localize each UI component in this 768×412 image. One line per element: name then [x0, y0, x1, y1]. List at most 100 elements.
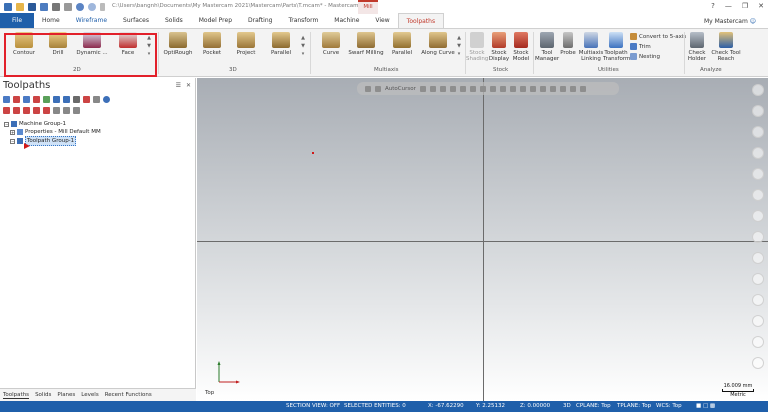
- account-menu[interactable]: My Mastercam ☺: [704, 18, 756, 25]
- mask-select-icon[interactable]: [549, 85, 556, 92]
- tab-home[interactable]: Home: [34, 13, 68, 28]
- tab-planes-panel[interactable]: Planes: [57, 392, 75, 398]
- trim-button[interactable]: Trim: [630, 43, 651, 50]
- tree-item-toolpath-group[interactable]: − Toolpath Group-1: [4, 136, 101, 146]
- loop-select-icon[interactable]: [539, 85, 546, 92]
- tree-item-properties[interactable]: + Properties - Mill Default MM: [4, 128, 101, 136]
- redo-icon[interactable]: [88, 3, 96, 11]
- stock-model-button[interactable]: Stock Model: [510, 32, 532, 62]
- stock-shading-button[interactable]: Stock Shading: [466, 32, 488, 62]
- parallel-3d-button[interactable]: Parallel: [263, 32, 299, 56]
- snap-icon[interactable]: [419, 85, 426, 92]
- backplot-icon[interactable]: [43, 96, 50, 103]
- swarf-milling-button[interactable]: Swarf Milling: [347, 32, 385, 56]
- tab-model-prep[interactable]: Model Prep: [191, 13, 240, 28]
- clear-colors-icon[interactable]: [752, 336, 764, 348]
- open-folder-icon[interactable]: [16, 3, 24, 11]
- optirough-button[interactable]: OptiRough: [160, 32, 196, 56]
- print-preview-icon[interactable]: [64, 3, 72, 11]
- shading-mode-icon[interactable]: ■ □ ▩: [696, 403, 715, 409]
- solid-select-icon[interactable]: [499, 85, 506, 92]
- autocursor-label[interactable]: AutoCursor: [385, 86, 416, 92]
- gallery-scroll-3d[interactable]: ▲ ▼ ▾: [300, 34, 306, 58]
- face-select-icon[interactable]: [509, 85, 516, 92]
- check-tool-reach-button[interactable]: Check Tool Reach: [710, 32, 742, 62]
- insert-arrow-icon[interactable]: [3, 107, 10, 114]
- help-icon[interactable]: ?: [711, 2, 715, 10]
- filter-select-icon[interactable]: [559, 85, 566, 92]
- tab-levels-panel[interactable]: Levels: [81, 392, 98, 398]
- project-button[interactable]: Project: [228, 32, 264, 56]
- selected-entities-status[interactable]: SELECTED ENTITIES: 0: [344, 403, 406, 409]
- undo-selection-icon[interactable]: [579, 85, 586, 92]
- area-select-icon[interactable]: [469, 85, 476, 92]
- tab-file[interactable]: File: [0, 13, 34, 28]
- edge-select-icon[interactable]: [519, 85, 526, 92]
- collapse-icon[interactable]: [43, 107, 50, 114]
- verify-icon[interactable]: [53, 96, 60, 103]
- tab-solids[interactable]: Solids: [157, 13, 191, 28]
- polygon-select-icon[interactable]: [449, 85, 456, 92]
- expand-toggle-icon[interactable]: +: [10, 129, 15, 135]
- g1-icon[interactable]: [83, 96, 90, 103]
- tab-drafting[interactable]: Drafting: [240, 13, 280, 28]
- parallel-multiaxis-button[interactable]: Parallel: [384, 32, 420, 56]
- shaded-icon[interactable]: [752, 252, 764, 264]
- maximize-button[interactable]: ❐: [742, 2, 748, 10]
- tab-toolpaths-panel[interactable]: Toolpaths: [3, 392, 30, 399]
- unzoom-icon[interactable]: [752, 147, 764, 159]
- verify-select-icon[interactable]: [489, 85, 496, 92]
- vector-select-icon[interactable]: [479, 85, 486, 92]
- minimize-button[interactable]: —: [725, 2, 732, 10]
- regenerate-icon[interactable]: [23, 96, 30, 103]
- delete-icon[interactable]: [752, 189, 764, 201]
- stock-display-button[interactable]: Stock Display: [488, 32, 510, 62]
- measure-icon[interactable]: [752, 294, 764, 306]
- regenerate-dirty-icon[interactable]: [33, 96, 40, 103]
- help-circle-icon[interactable]: [103, 96, 110, 103]
- single-select-icon[interactable]: [459, 85, 466, 92]
- customize-dropdown-icon[interactable]: [100, 3, 105, 11]
- probe-button[interactable]: Probe: [559, 32, 577, 56]
- select-all-icon[interactable]: [3, 96, 10, 103]
- hide-icon[interactable]: [752, 210, 764, 222]
- options-icon[interactable]: [73, 107, 80, 114]
- graphics-viewport[interactable]: AutoCursor Top 16.009 mm Metric: [197, 78, 768, 401]
- window-select-icon[interactable]: [439, 85, 446, 92]
- toggle-display-icon[interactable]: [53, 107, 60, 114]
- analyze-icon[interactable]: [752, 168, 764, 180]
- multiaxis-linking-button[interactable]: Multiaxis Linking: [578, 32, 604, 62]
- tab-solids-panel[interactable]: Solids: [35, 392, 51, 398]
- new-file-icon[interactable]: [4, 3, 12, 11]
- print-icon[interactable]: [52, 3, 60, 11]
- pin-icon[interactable]: ☰: [176, 82, 181, 89]
- check-holder-button[interactable]: Check Holder: [686, 32, 708, 62]
- lock-selection-icon[interactable]: [365, 85, 371, 92]
- save-as-icon[interactable]: [40, 3, 48, 11]
- tab-recent-functions-panel[interactable]: Recent Functions: [105, 392, 152, 398]
- close-panel-icon[interactable]: ✕: [186, 82, 191, 89]
- save-icon[interactable]: [28, 3, 36, 11]
- close-button[interactable]: ✕: [758, 2, 764, 10]
- mode-3d-toggle[interactable]: 3D: [563, 403, 571, 409]
- zoom-window-icon[interactable]: [752, 126, 764, 138]
- cplane-status[interactable]: CPLANE: Top: [576, 403, 611, 409]
- tab-wireframe[interactable]: Wireframe: [68, 13, 115, 28]
- section-view-icon[interactable]: [752, 315, 764, 327]
- tab-transform[interactable]: Transform: [280, 13, 326, 28]
- tab-machine[interactable]: Machine: [326, 13, 367, 28]
- move-down-icon[interactable]: [23, 107, 30, 114]
- fit-icon[interactable]: [752, 105, 764, 117]
- wcs-status[interactable]: WCS: Top: [656, 403, 682, 409]
- filter-icon[interactable]: [63, 107, 70, 114]
- undo-icon[interactable]: [76, 3, 84, 11]
- tab-surfaces[interactable]: Surfaces: [115, 13, 157, 28]
- convert-to-5axis-button[interactable]: Convert to 5-axis: [630, 33, 686, 40]
- body-select-icon[interactable]: [529, 85, 536, 92]
- move-up-icon[interactable]: [13, 107, 20, 114]
- nesting-button[interactable]: Nesting: [630, 53, 660, 60]
- translucency-icon[interactable]: [752, 273, 764, 285]
- zoom-icon[interactable]: [752, 84, 764, 96]
- tab-toolpaths[interactable]: Toolpaths: [397, 13, 445, 28]
- lock-icon[interactable]: [93, 96, 100, 103]
